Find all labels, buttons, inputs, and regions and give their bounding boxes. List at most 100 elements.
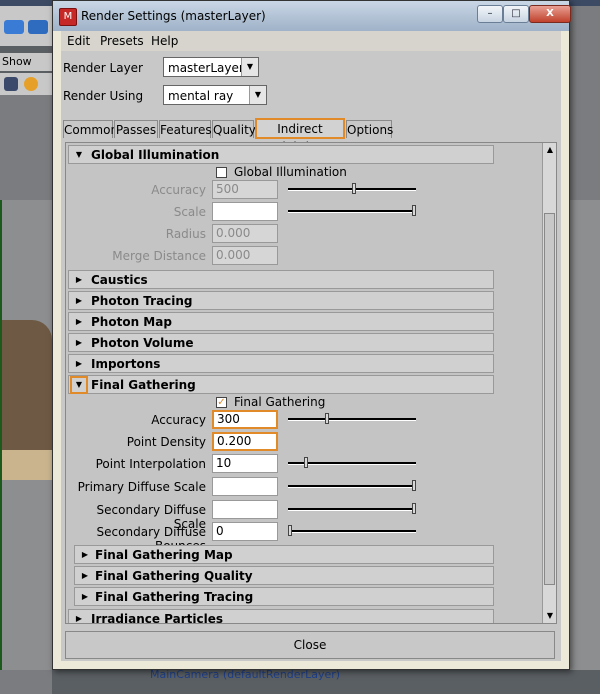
section-photon-map[interactable]: ▶ Photon Map (68, 312, 494, 331)
global-illumination-checkbox[interactable] (216, 167, 227, 178)
section-final-gathering-map[interactable]: ▶ Final Gathering Map (74, 545, 494, 564)
maya-app-icon: M (59, 8, 77, 26)
fg-secondary-diffuse-scale-swatch[interactable] (212, 500, 278, 519)
maya-panel-toolbar (0, 73, 52, 95)
menu-help[interactable]: Help (151, 34, 178, 48)
shelf-icon[interactable] (28, 20, 48, 34)
fg-primary-diffuse-scale-swatch[interactable] (212, 477, 278, 496)
triangle-right-icon: ▶ (75, 275, 83, 284)
section-final-gathering-tracing[interactable]: ▶ Final Gathering Tracing (74, 587, 494, 606)
settings-area: Render Layer masterLayer ▼ Render Using … (61, 51, 561, 661)
section-title: Photon Tracing (91, 294, 193, 308)
section-caustics[interactable]: ▶ Caustics (68, 270, 494, 289)
triangle-right-icon: ▶ (75, 296, 83, 305)
fg-primary-diffuse-scale-label: Primary Diffuse Scale (77, 480, 206, 494)
fg-secondary-diffuse-bounces-slider[interactable] (288, 525, 416, 536)
global-illumination-checkbox-label: Global Illumination (234, 165, 347, 179)
fg-secondary-diffuse-bounces-field[interactable]: 0 (212, 522, 278, 541)
render-layer-label: Render Layer (63, 61, 143, 75)
section-photon-tracing[interactable]: ▶ Photon Tracing (68, 291, 494, 310)
tab-passes[interactable]: Passes (114, 120, 158, 138)
slider-handle[interactable] (412, 205, 416, 216)
light-icon[interactable] (24, 77, 38, 91)
render-layer-value: masterLayer (168, 61, 244, 75)
slider-handle[interactable] (412, 503, 416, 514)
camera-icon[interactable] (4, 77, 18, 91)
fg-accuracy-slider[interactable] (288, 413, 416, 424)
close-button[interactable]: Close (66, 632, 554, 658)
section-global-illumination[interactable]: ▼ Global Illumination (68, 145, 494, 164)
slider-handle[interactable] (412, 480, 416, 491)
tab-bar: Common Passes Features Quality Indirect … (61, 118, 561, 154)
render-using-dropdown[interactable]: mental ray ▼ (163, 85, 267, 105)
scene-object (2, 320, 52, 470)
gi-accuracy-label: Accuracy (151, 183, 206, 197)
triangle-right-icon: ▶ (81, 550, 89, 559)
window-title: Render Settings (masterLayer) (81, 9, 266, 23)
viewport-scene (0, 200, 54, 670)
triangle-right-icon: ▶ (81, 592, 89, 601)
maya-panel-menu: Show (0, 53, 52, 71)
tab-common[interactable]: Common (63, 120, 118, 138)
viewport-right-top (568, 6, 600, 200)
section-irradiance-particles[interactable]: ▶ Irradiance Particles (68, 609, 494, 623)
render-layer-dropdown[interactable]: masterLayer ▼ (163, 57, 259, 77)
gi-scale-swatch[interactable] (212, 202, 278, 221)
slider-handle[interactable] (325, 413, 330, 424)
shelf-icon[interactable] (4, 20, 24, 34)
show-menu[interactable]: Show (2, 55, 32, 68)
fg-point-density-field[interactable]: 0.200 (212, 432, 278, 451)
fg-secondary-diffuse-scale-slider[interactable] (288, 503, 416, 514)
triangle-right-icon: ▶ (75, 317, 83, 326)
fg-accuracy-field[interactable]: 300 (212, 410, 278, 429)
tab-indirect-lighting[interactable]: Indirect Lighting (255, 118, 345, 154)
section-final-gathering[interactable]: ▼ Final Gathering (68, 375, 494, 394)
final-gathering-checkbox[interactable]: ✓ (216, 397, 227, 408)
menu-presets[interactable]: Presets (100, 34, 144, 48)
triangle-right-icon: ▶ (75, 614, 83, 623)
render-settings-window: M Render Settings (masterLayer) – □ X Ed… (52, 0, 571, 670)
final-gathering-checkbox-label: Final Gathering (234, 395, 326, 409)
vertical-scrollbar[interactable]: ▲ ▼ (542, 143, 556, 623)
gi-accuracy-slider[interactable] (288, 183, 416, 194)
gi-accuracy-field[interactable]: 500 (212, 180, 278, 199)
gi-radius-label: Radius (165, 227, 206, 241)
gi-scale-slider[interactable] (288, 205, 416, 216)
section-title: Global Illumination (91, 148, 220, 162)
close-window-button[interactable]: X (529, 5, 571, 23)
section-photon-volume[interactable]: ▶ Photon Volume (68, 333, 494, 352)
tab-quality[interactable]: Quality (212, 120, 256, 138)
scroll-up-icon[interactable]: ▲ (543, 143, 556, 157)
triangle-down-icon: ▼ (75, 150, 83, 159)
section-final-gathering-quality[interactable]: ▶ Final Gathering Quality (74, 566, 494, 585)
tab-options[interactable]: Options (346, 120, 393, 138)
title-bar[interactable]: M Render Settings (masterLayer) – □ X (53, 1, 571, 31)
triangle-down-icon[interactable]: ▼ (70, 376, 88, 394)
fg-primary-diffuse-scale-slider[interactable] (288, 480, 416, 491)
fg-accuracy-label: Accuracy (151, 413, 206, 427)
triangle-right-icon: ▶ (75, 338, 83, 347)
settings-scroll-panel: ▼ Global Illumination Global Illuminatio… (65, 142, 557, 624)
maximize-button[interactable]: □ (503, 5, 529, 23)
slider-handle[interactable] (288, 525, 292, 536)
render-using-label: Render Using (63, 89, 144, 103)
scrollbar-thumb[interactable] (544, 213, 555, 585)
slider-handle[interactable] (304, 457, 309, 468)
scroll-down-icon[interactable]: ▼ (543, 609, 556, 623)
section-importons[interactable]: ▶ Importons (68, 354, 494, 373)
section-title: Final Gathering Map (95, 548, 233, 562)
menu-edit[interactable]: Edit (67, 34, 90, 48)
menu-bar: Edit Presets Help (61, 31, 561, 51)
section-title: Final Gathering Quality (95, 569, 253, 583)
gi-merge-distance-label: Merge Distance (112, 249, 206, 263)
section-title: Final Gathering Tracing (95, 590, 254, 604)
slider-handle[interactable] (352, 183, 357, 194)
minimize-button[interactable]: – (477, 5, 503, 23)
gi-radius-field[interactable]: 0.000 (212, 224, 278, 243)
chevron-down-icon: ▼ (249, 86, 266, 104)
fg-point-interpolation-field[interactable]: 10 (212, 454, 278, 473)
gi-merge-distance-field[interactable]: 0.000 (212, 246, 278, 265)
fg-point-interpolation-slider[interactable] (288, 457, 416, 468)
section-title: Photon Map (91, 315, 172, 329)
tab-features[interactable]: Features (159, 120, 212, 138)
